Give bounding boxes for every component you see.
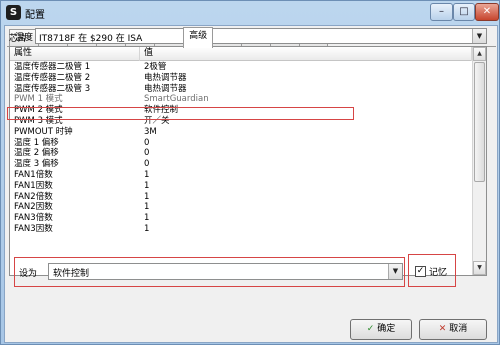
highlight-box-remember <box>408 254 456 287</box>
chip-select-value: IT8718F 在 $290 在 ISA <box>39 34 143 44</box>
row-attribute: 温度传感器二极管 3 <box>14 83 91 94</box>
cross-icon: ✕ <box>438 324 447 334</box>
title-bar: S 配置 – □ ✕ <box>1 1 500 25</box>
row-value: 2极管 <box>144 62 167 72</box>
row-value: 1 <box>144 169 150 180</box>
property-list[interactable]: 属性 值 温度传感器二极管 1 2极管 温度传感器二极管 2 电热调节器 温度传感器… <box>9 46 487 276</box>
ok-button-label: 确定 <box>377 324 396 334</box>
highlight-box-set-value <box>14 257 405 287</box>
list-row[interactable]: PWM 1 模式 SmartGuardian <box>10 94 472 105</box>
row-value: 电热调节器 <box>144 72 187 83</box>
row-value: 0 <box>144 159 150 170</box>
row-value: 3M <box>144 126 157 137</box>
chip-select[interactable]: IT8718F 在 $290 在 ISA ▼ <box>35 28 487 44</box>
row-value: SmartGuardian <box>144 94 209 105</box>
scroll-up-icon[interactable]: ▲ <box>473 47 486 61</box>
row-attribute: 温度 1 偏移 <box>14 137 59 148</box>
row-value: 1 <box>144 213 150 224</box>
row-attribute: PWM 1 模式 <box>14 94 63 105</box>
scroll-thumb[interactable] <box>474 62 485 182</box>
list-row[interactable]: FAN1因数 1 <box>10 181 472 192</box>
window-title: 配置 <box>25 10 45 21</box>
row-attribute: FAN2因数 <box>14 202 53 213</box>
row-value: 1 <box>144 191 150 202</box>
row-attribute: FAN3倍数 <box>14 213 53 224</box>
row-value: 0 <box>144 148 150 159</box>
list-row[interactable]: FAN2倍数 1 <box>10 192 472 203</box>
ok-button[interactable]: ✓ 确定 <box>350 319 412 340</box>
list-row[interactable]: 温度 1 偏移 0 <box>10 138 472 149</box>
app-logo-icon: S <box>6 5 21 20</box>
tab-advanced[interactable]: 高级 <box>183 27 214 48</box>
list-row[interactable]: FAN1倍数 1 <box>10 170 472 181</box>
chip-label: 芯片 <box>9 34 28 44</box>
row-value: 电热调节器 <box>144 83 187 94</box>
list-row[interactable]: 温度 3 偏移 0 <box>10 159 472 170</box>
list-row[interactable]: 温度传感器二极管 1 2极管 <box>10 62 472 73</box>
list-header: 属性 值 <box>10 47 472 61</box>
list-rows: 温度传感器二极管 1 2极管 温度传感器二极管 2 电热调节器 温度传感器二极管 3… <box>10 62 472 235</box>
highlight-box-selected-row <box>7 107 354 120</box>
row-attribute: 温度传感器二极管 2 <box>14 72 91 83</box>
row-attribute: 温度 3 偏移 <box>14 159 59 170</box>
config-window: S 配置 – □ ✕ 温度 风扇 电压 转速 选项 日志 高级 事件 网络 邮件… <box>0 0 500 345</box>
checkmark-icon: ✓ <box>366 324 375 334</box>
row-value: 1 <box>144 180 150 191</box>
row-attribute: FAN3因数 <box>14 223 53 234</box>
list-row[interactable]: FAN3倍数 1 <box>10 213 472 224</box>
maximize-button[interactable]: □ <box>453 3 475 21</box>
column-header-value[interactable]: 值 <box>140 47 472 61</box>
minimize-button[interactable]: – <box>430 3 453 21</box>
list-row[interactable]: 温度传感器二极管 2 电热调节器 <box>10 73 472 84</box>
scroll-down-icon[interactable]: ▼ <box>473 261 486 275</box>
row-attribute: PWMOUT 时钟 <box>14 126 73 137</box>
list-row[interactable]: 温度 2 偏移 0 <box>10 148 472 159</box>
cancel-button-label: 取消 <box>449 324 468 334</box>
row-value: 0 <box>144 137 150 148</box>
list-row[interactable]: 温度传感器二极管 3 电热调节器 <box>10 84 472 95</box>
row-attribute: FAN1倍数 <box>14 169 53 180</box>
column-header-attribute[interactable]: 属性 <box>10 47 140 61</box>
row-attribute: FAN2倍数 <box>14 191 53 202</box>
list-row[interactable]: PWMOUT 时钟 3M <box>10 127 472 138</box>
list-row[interactable]: FAN2因数 1 <box>10 202 472 213</box>
row-value: 1 <box>144 202 150 213</box>
cancel-button[interactable]: ✕ 取消 <box>419 319 487 340</box>
chevron-down-icon[interactable]: ▼ <box>472 29 486 43</box>
list-row[interactable]: FAN3因数 1 <box>10 224 472 235</box>
row-attribute: 温度传感器二极管 1 <box>14 62 91 72</box>
row-attribute: FAN1因数 <box>14 180 53 191</box>
close-button[interactable]: ✕ <box>475 3 499 21</box>
row-value: 1 <box>144 223 150 234</box>
vertical-scrollbar[interactable]: ▲ ▼ <box>472 47 486 275</box>
row-attribute: 温度 2 偏移 <box>14 148 59 159</box>
